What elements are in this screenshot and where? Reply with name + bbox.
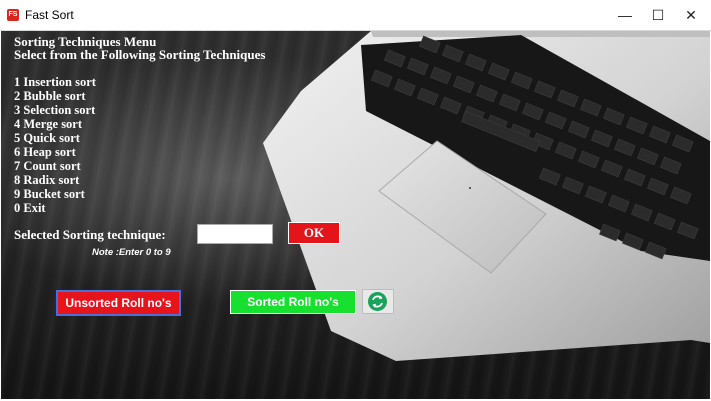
trackpad-dot bbox=[469, 187, 471, 189]
maximize-button[interactable]: ☐ bbox=[641, 0, 675, 30]
ok-button[interactable]: OK bbox=[288, 222, 340, 244]
menu-item: 7 Count sort bbox=[14, 159, 81, 173]
laptop-hinge bbox=[371, 31, 710, 37]
input-note: Note :Enter 0 to 9 bbox=[92, 247, 171, 258]
menu-item: 6 Heap sort bbox=[14, 145, 76, 159]
refresh-button[interactable] bbox=[362, 289, 394, 314]
refresh-icon bbox=[368, 292, 387, 311]
menu-item: 5 Quick sort bbox=[14, 131, 80, 145]
menu-item: 3 Selection sort bbox=[14, 103, 96, 117]
unsorted-roll-button[interactable]: Unsorted Roll no's bbox=[56, 290, 181, 316]
technique-input[interactable] bbox=[197, 224, 273, 244]
menu-item: 9 Bucket sort bbox=[14, 187, 85, 201]
selected-technique-label: Selected Sorting technique: bbox=[14, 227, 166, 242]
app-window: FS Fast Sort — ☐ ✕ Sorting Techniques Me… bbox=[0, 0, 711, 401]
app-icon: FS bbox=[7, 9, 19, 21]
laptop-image bbox=[263, 31, 710, 361]
sorted-roll-button[interactable]: Sorted Roll no's bbox=[230, 290, 356, 314]
title-bar: FS Fast Sort — ☐ ✕ bbox=[0, 0, 711, 31]
main-panel: Sorting Techniques Menu Select from the … bbox=[1, 31, 710, 400]
menu-item: 8 Radix sort bbox=[14, 173, 80, 187]
menu-item: 2 Bubble sort bbox=[14, 89, 86, 103]
menu-item: 4 Merge sort bbox=[14, 117, 83, 131]
window-title: Fast Sort bbox=[25, 8, 74, 22]
menu-item: 1 Insertion sort bbox=[14, 75, 96, 89]
menu-subheading: Select from the Following Sorting Techni… bbox=[14, 47, 266, 62]
close-button[interactable]: ✕ bbox=[674, 0, 708, 30]
menu-item: 0 Exit bbox=[14, 201, 46, 215]
minimize-button[interactable]: — bbox=[608, 0, 642, 30]
